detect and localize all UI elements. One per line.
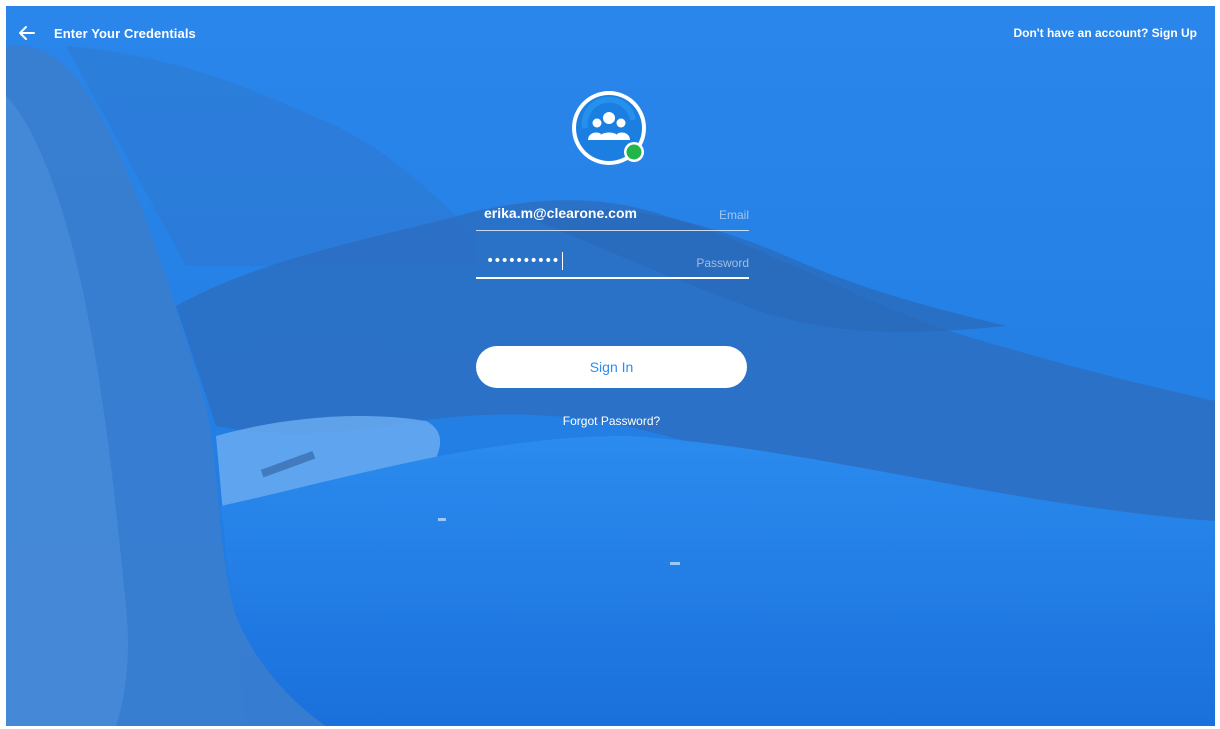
password-label: Password [696, 256, 749, 270]
email-field[interactable]: erika.m@clearone.com Email [476, 200, 749, 231]
app-logo-group-icon [572, 91, 646, 165]
arrow-left-icon[interactable] [18, 25, 36, 41]
login-screen: Enter Your Credentials Don't have an acc… [6, 6, 1215, 726]
text-caret [562, 252, 563, 270]
forgot-password-link[interactable]: Forgot Password? [476, 414, 747, 428]
password-value[interactable]: •••••••••• [486, 253, 560, 269]
top-bar: Enter Your Credentials Don't have an acc… [6, 6, 1215, 62]
password-field[interactable]: •••••••••• Password [476, 248, 749, 279]
sign-up-link[interactable]: Don't have an account? Sign Up [1013, 26, 1197, 40]
back-button[interactable]: Enter Your Credentials [18, 22, 196, 44]
email-value[interactable]: erika.m@clearone.com [484, 205, 684, 221]
email-label: Email [718, 208, 749, 222]
sign-in-button[interactable]: Sign In [476, 346, 747, 388]
online-status-icon [626, 144, 642, 160]
page-title: Enter Your Credentials [54, 25, 196, 41]
